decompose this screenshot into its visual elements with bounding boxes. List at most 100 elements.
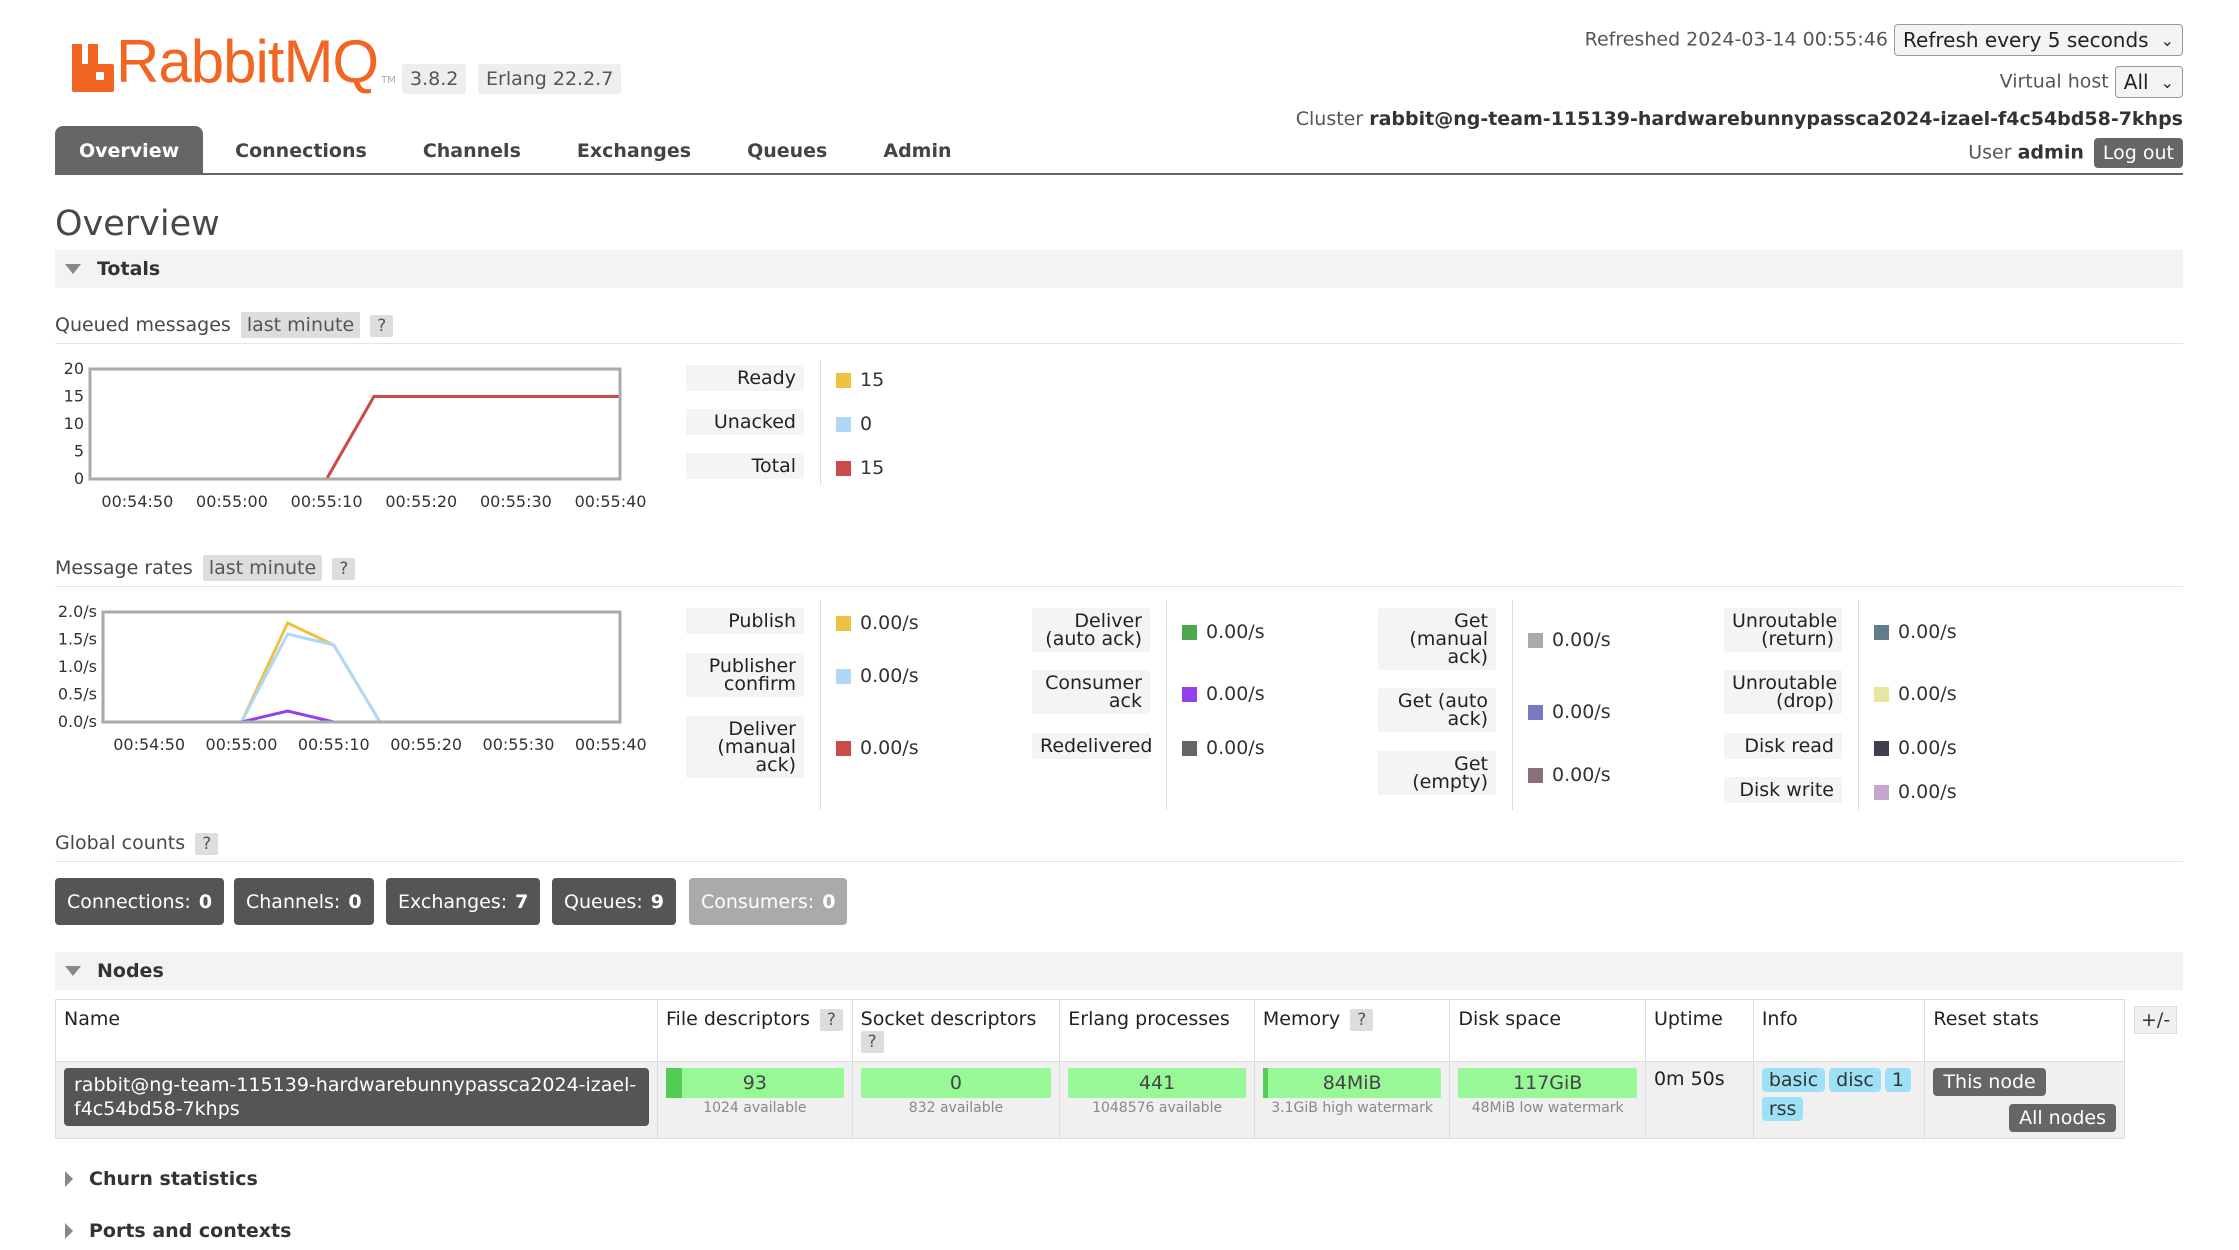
legend-value-ready: 15: [836, 369, 884, 391]
info-cell: basic disc 1 rss: [1752, 1061, 1926, 1139]
exchanges-count-button[interactable]: Exchanges: 7: [386, 878, 541, 925]
global-counts-header: Global counts ?: [55, 832, 2183, 862]
legend-value-get-manual-ack-: 0.00/s: [1528, 629, 1611, 651]
legend-value-redelivered: 0.00/s: [1182, 737, 1265, 759]
queued-messages-chart: 20 15 10 5 0 00:54:50 00:55:00 00:55:10 00:55:20…: [64, 359, 647, 511]
fd-help-button[interactable]: ?: [819, 1009, 843, 1031]
legend-label-publish: Publish: [686, 608, 804, 634]
col-disk-space[interactable]: Disk space: [1449, 999, 1646, 1062]
memory-help-button[interactable]: ?: [1350, 1009, 1374, 1031]
legend-swatch: [1182, 624, 1197, 640]
col-socket-descriptors[interactable]: Socket descriptors?: [851, 999, 1061, 1062]
rabbitmq-logo-icon: [72, 44, 114, 92]
tab-connections[interactable]: Connections: [211, 126, 391, 173]
memory-cell: 84MiB 3.1GiB high watermark: [1253, 1061, 1451, 1139]
tab-admin[interactable]: Admin: [859, 126, 975, 173]
queues-count-button[interactable]: Queues: 9: [552, 878, 676, 925]
col-info[interactable]: Info: [1752, 999, 1926, 1062]
table-row: rabbit@ng-team-115139-hardwarebunnypassc…: [55, 1061, 2125, 1139]
disk-bar: 117GiB: [1458, 1068, 1637, 1098]
legend-value-deliver-manual-ack-: 0.00/s: [836, 737, 919, 759]
fd-bar: 93: [666, 1068, 844, 1098]
legend-swatch: [1874, 784, 1889, 800]
churn-section-toggle[interactable]: Churn statistics: [55, 1160, 2183, 1198]
totals-section-toggle[interactable]: Totals: [55, 250, 2183, 288]
info-tag-rss[interactable]: rss: [1761, 1097, 1804, 1121]
fd-bar-fill: [666, 1068, 683, 1098]
queued-help-button[interactable]: ?: [370, 315, 394, 337]
series-line: [103, 632, 620, 724]
tab-overview[interactable]: Overview: [55, 126, 204, 173]
legend-swatch: [1874, 624, 1889, 640]
socket-available: 832 available: [908, 1100, 1004, 1116]
columns-toggle-button[interactable]: +/-: [2134, 1006, 2178, 1034]
expand-arrow-icon: [65, 1171, 73, 1187]
col-erlang-processes[interactable]: Erlang processes: [1059, 999, 1255, 1062]
x-tick-label: 00:55:20: [390, 735, 462, 754]
node-name-cell: rabbit@ng-team-115139-hardwarebunnypassc…: [55, 1061, 658, 1139]
info-tag-basic[interactable]: basic: [1761, 1068, 1826, 1092]
nodes-title: Nodes: [97, 960, 164, 982]
chevron-down-icon: ⌄: [2160, 30, 2174, 50]
x-tick-label: 00:55:40: [575, 735, 647, 754]
y-tick-label: 5: [74, 442, 84, 461]
nodes-section-toggle[interactable]: Nodes: [55, 952, 2183, 990]
col-reset-stats[interactable]: Reset stats: [1924, 999, 2125, 1062]
legend-label-get-auto-ack-: Get (auto ack): [1378, 688, 1496, 732]
series-line: [103, 709, 620, 724]
series-line: [90, 395, 620, 481]
series-line: [90, 395, 620, 481]
global-counts-help-button[interactable]: ?: [195, 833, 219, 855]
legend-value-get-empty-: 0.00/s: [1528, 764, 1611, 786]
legend-label-unroutable-drop-: Unroutable (drop): [1724, 670, 1842, 714]
tab-channels[interactable]: Channels: [399, 126, 545, 173]
plot-frame: [101, 610, 622, 724]
rates-help-button[interactable]: ?: [332, 558, 356, 580]
tab-queues[interactable]: Queues: [723, 126, 851, 173]
fd-available: 1024 available: [703, 1100, 807, 1116]
rates-range-selector[interactable]: last minute: [202, 555, 323, 581]
col-memory[interactable]: Memory ?: [1253, 999, 1451, 1062]
legend-swatch: [836, 615, 851, 631]
legend-value-disk-read: 0.00/s: [1874, 737, 1957, 759]
collapse-arrow-icon: [65, 264, 81, 274]
proc-available: 1048576 available: [1092, 1100, 1223, 1116]
col-uptime[interactable]: Uptime: [1644, 999, 1754, 1062]
tab-exchanges[interactable]: Exchanges: [553, 126, 715, 173]
info-tag-disc[interactable]: disc: [1829, 1068, 1881, 1092]
legend-value-deliver-auto-ack-: 0.00/s: [1182, 621, 1265, 643]
node-name-link[interactable]: rabbit@ng-team-115139-hardwarebunnypassc…: [64, 1068, 649, 1126]
global-counts-label: Global counts: [55, 832, 186, 854]
connections-count-button[interactable]: Connections: 0: [55, 878, 225, 925]
totals-title: Totals: [97, 258, 161, 280]
queued-range-selector[interactable]: last minute: [240, 312, 361, 338]
legend-swatch: [1528, 632, 1543, 648]
vhost-select[interactable]: All ⌄: [2114, 66, 2183, 98]
series-line: [103, 620, 620, 724]
legend-value-unroutable-return-: 0.00/s: [1874, 621, 1957, 643]
x-tick-label: 00:55:30: [480, 492, 552, 511]
socket-help-button[interactable]: ?: [860, 1031, 884, 1053]
col-file-descriptors[interactable]: File descriptors ?: [657, 999, 853, 1062]
vhost-row: Virtual host All ⌄: [2000, 66, 2183, 98]
consumers-count-button[interactable]: Consumers: 0: [689, 878, 848, 925]
col-name[interactable]: Name: [55, 999, 658, 1062]
message-rates-header: Message rates last minute ?: [55, 555, 2183, 587]
reset-cell: This node All nodes: [1924, 1061, 2125, 1139]
refresh-select[interactable]: Refresh every 5 seconds ⌄: [1894, 24, 2183, 56]
nodes-table: Name File descriptors ? Socket descripto…: [55, 999, 2125, 1139]
ports-section-toggle[interactable]: Ports and contexts: [55, 1212, 2183, 1250]
x-tick-label: 00:55:10: [291, 492, 363, 511]
legend-swatch: [836, 740, 851, 756]
queued-messages-label: Queued messages: [55, 314, 231, 336]
channels-count-button[interactable]: Channels: 0: [234, 878, 374, 925]
reset-all-nodes-button[interactable]: All nodes: [2009, 1104, 2116, 1132]
legend-value-unroutable-drop-: 0.00/s: [1874, 683, 1957, 705]
logo-text: RabbitMQ: [116, 28, 379, 95]
info-tag-count[interactable]: 1: [1884, 1068, 1911, 1092]
y-tick-label: 20: [64, 359, 84, 378]
main-tabs: Overview Connections Channels Exchanges …: [55, 126, 2183, 175]
legend-value-consumer-ack: 0.00/s: [1182, 683, 1265, 705]
reset-this-node-button[interactable]: This node: [1933, 1068, 2046, 1096]
legend-label-total: Total: [686, 453, 804, 479]
